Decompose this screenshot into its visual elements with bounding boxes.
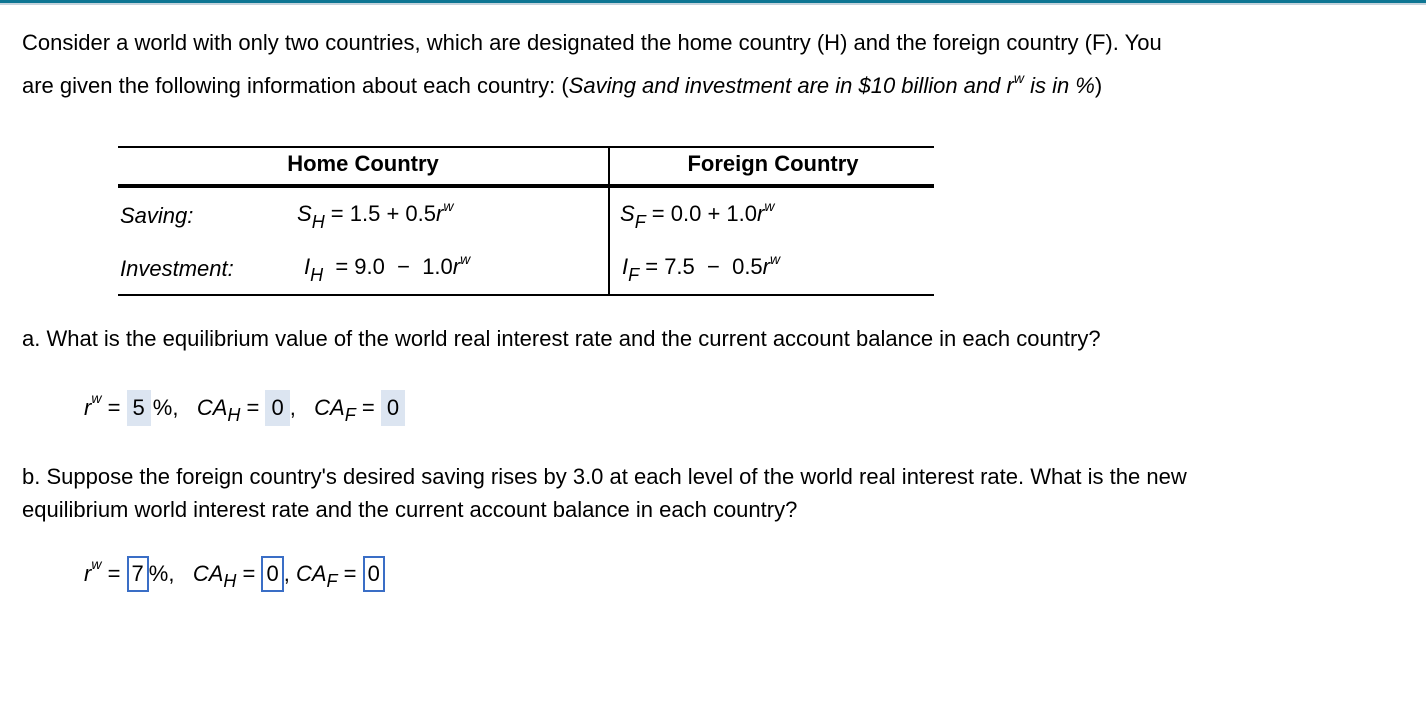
row-label-investment: Investment: — [120, 256, 234, 281]
percent-label: %, — [152, 395, 179, 420]
home-saving-equation: SH = 1.5 + 0.5rw — [297, 198, 454, 232]
answer-row-b: rw = 7 %, CA H = 0 , CA F = 0 — [84, 556, 385, 592]
equals-sign: = — [101, 561, 127, 586]
question-b: b. Suppose the foreign country's desired… — [22, 460, 1187, 526]
sub-h: H — [310, 265, 324, 285]
sup-w: w — [91, 390, 102, 406]
answer-a-ca-foreign-field[interactable]: 0 — [380, 390, 406, 426]
units-note-text: Saving and investment are in $10 billion… — [568, 73, 1014, 98]
table-header-rule — [118, 184, 934, 188]
header-foreign-country: Foreign Country — [687, 151, 859, 176]
intro-line-2-prefix: are given the following information abou… — [22, 73, 569, 98]
sub-h: H — [227, 404, 241, 425]
answer-b-ca-foreign-field[interactable]: 0 — [362, 556, 385, 592]
top-accent-underline — [0, 3, 1426, 5]
question-a: a. What is the equilibrium value of the … — [22, 326, 1101, 351]
equals-sign: = — [337, 561, 363, 586]
intro-line-2: are given the following information abou… — [22, 64, 1162, 110]
country-data-table: Home Country Foreign Country Saving: SH … — [118, 146, 934, 296]
var-ca: CA — [314, 395, 345, 420]
intro-line-1: Consider a world with only two countries… — [22, 30, 1162, 55]
var-r: r — [452, 254, 461, 279]
var-s: S — [620, 201, 635, 226]
units-note-text-2: is in % — [1023, 73, 1095, 98]
sup-w: w — [770, 251, 781, 267]
row-label-saving: Saving: — [120, 203, 194, 228]
intro-line-2-suffix: ) — [1094, 73, 1103, 98]
units-note-sup: w — [1013, 70, 1024, 86]
answer-b-ca-home-field[interactable]: 0 — [261, 556, 284, 592]
question-b-line-2: equilibrium world interest rate and the … — [22, 497, 798, 522]
units-note: Saving and investment are in $10 billion… — [568, 70, 1095, 98]
sub-f: F — [628, 265, 640, 285]
question-b-line-1: b. Suppose the foreign country's desired… — [22, 464, 1187, 489]
sub-f: F — [326, 570, 338, 591]
expr: = 1.5 + 0.5 — [324, 201, 436, 226]
intro-paragraph: Consider a world with only two countries… — [22, 21, 1162, 110]
expr: = 9.0 − 1.0 — [323, 254, 453, 279]
sup-w: w — [764, 198, 775, 214]
sup-w: w — [460, 251, 471, 267]
percent-label: %, — [148, 561, 175, 586]
answer-b-rw-field[interactable]: 7 — [126, 556, 149, 592]
var-s: S — [297, 201, 312, 226]
table-top-rule — [118, 146, 934, 148]
sup-w: w — [443, 198, 454, 214]
var-r: r — [84, 395, 92, 420]
foreign-investment-equation: IF = 7.5 − 0.5rw — [622, 251, 781, 285]
equals-sign: = — [355, 395, 381, 420]
sub-f: F — [344, 404, 356, 425]
table-bottom-rule — [118, 294, 934, 296]
var-ca: CA — [192, 561, 224, 586]
expr: = 0.0 + 1.0 — [645, 201, 757, 226]
equals-sign: = — [101, 395, 127, 420]
equals-sign: = — [236, 561, 262, 586]
sup-w: w — [91, 556, 102, 572]
table-column-divider — [608, 146, 610, 296]
header-home-country: Home Country — [287, 151, 439, 176]
expr: = 7.5 − 0.5 — [639, 254, 763, 279]
sub-f: F — [634, 212, 646, 232]
var-ca: CA — [196, 395, 228, 420]
sub-h: H — [311, 212, 325, 232]
var-ca: CA — [295, 561, 327, 586]
answer-a-ca-home-field[interactable]: 0 — [265, 390, 290, 426]
home-investment-equation: IH = 9.0 − 1.0rw — [304, 251, 471, 285]
var-r: r — [762, 254, 770, 279]
answer-row-a: rw = 5 %, CA H = 0 , CA F = 0 — [84, 390, 406, 426]
sub-h: H — [223, 570, 237, 591]
equals-sign: = — [240, 395, 266, 420]
answer-a-rw-field[interactable]: 5 — [126, 390, 151, 426]
foreign-saving-equation: SF = 0.0 + 1.0rw — [620, 198, 775, 232]
var-r: r — [84, 561, 92, 586]
